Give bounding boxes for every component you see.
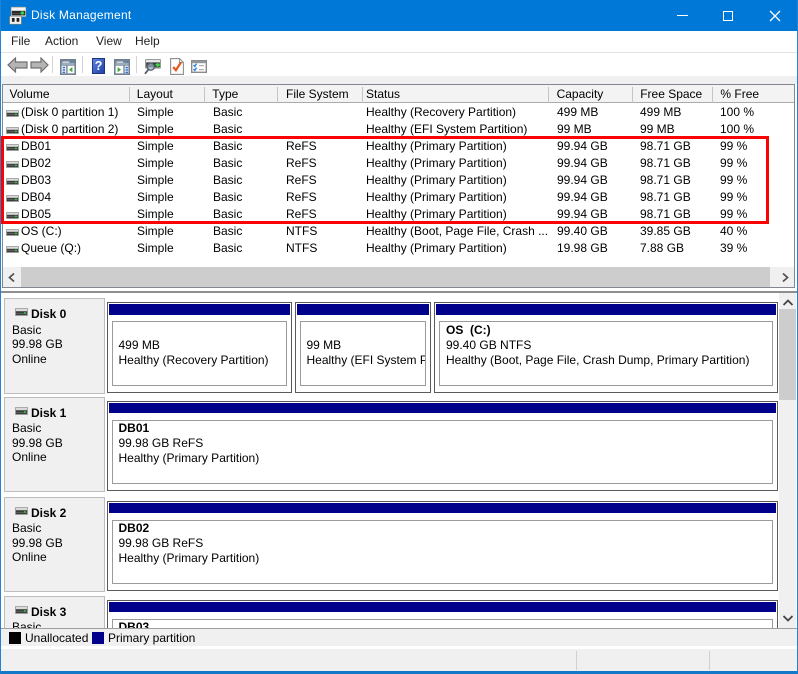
- svg-text:?: ?: [95, 59, 103, 73]
